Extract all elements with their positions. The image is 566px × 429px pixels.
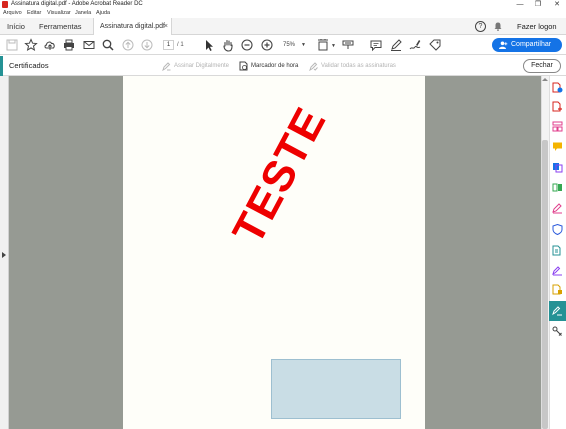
combine-files-icon[interactable] xyxy=(552,162,563,173)
menu-visualizar[interactable]: Visualizar xyxy=(47,10,71,17)
select-cursor-icon[interactable] xyxy=(202,38,216,52)
certificates-title: Certificados xyxy=(9,61,49,70)
page-total: / 1 xyxy=(177,42,184,48)
print-icon[interactable] xyxy=(62,38,76,52)
window-title: Assinatura digital.pdf - Adobe Acrobat R… xyxy=(11,1,143,7)
zoom-value: 75% xyxy=(283,42,296,48)
close-window-button[interactable]: ✕ xyxy=(549,0,565,9)
next-page-icon[interactable] xyxy=(140,38,154,52)
document-tab-label: Assinatura digital.pdf xyxy=(100,23,165,30)
share-label: Compartilhar xyxy=(511,41,552,48)
comment-tool-icon[interactable] xyxy=(552,141,563,152)
acrobat-window: Assinatura digital.pdf - Adobe Acrobat R… xyxy=(0,0,566,429)
tab-document[interactable]: Assinatura digital.pdf × xyxy=(93,18,172,36)
restore-button[interactable]: ❐ xyxy=(530,0,546,9)
zoom-out-icon[interactable] xyxy=(240,38,254,52)
signature-field[interactable] xyxy=(271,359,401,419)
zoom-in-icon[interactable] xyxy=(260,38,274,52)
organize-pages-icon[interactable] xyxy=(552,182,563,193)
menu-ajuda[interactable]: Ajuda xyxy=(96,10,110,17)
help-icon[interactable]: ? xyxy=(475,21,486,32)
send-for-signature-icon[interactable] xyxy=(552,265,563,276)
scan-ocr-icon[interactable] xyxy=(552,284,563,295)
validate-all-signatures-button[interactable]: Validar todas as assinaturas xyxy=(321,56,396,76)
close-certificates-button[interactable]: Fechar xyxy=(523,59,561,73)
timestamp-button[interactable]: Marcador de hora xyxy=(251,56,298,76)
edit-pdf-icon[interactable] xyxy=(552,121,563,132)
menu-arquivo[interactable]: Arquivo xyxy=(3,10,22,17)
pen-draw-icon[interactable] xyxy=(389,38,403,52)
acrobat-logo-icon xyxy=(2,1,8,8)
add-user-icon xyxy=(499,41,508,49)
scroll-up-arrow-icon[interactable] xyxy=(542,78,548,81)
tab-home[interactable]: Início xyxy=(7,18,25,35)
previous-page-icon[interactable] xyxy=(121,38,135,52)
comment-icon[interactable] xyxy=(369,38,383,52)
search-icon[interactable] xyxy=(101,38,115,52)
star-bookmark-icon[interactable] xyxy=(24,38,38,52)
create-pdf-icon[interactable] xyxy=(552,101,563,112)
main-toolbar: 1 / 1 75% ▼ ▼ Compartilhar xyxy=(0,35,566,55)
tag-tools-icon[interactable] xyxy=(428,38,442,52)
minimize-button[interactable]: — xyxy=(512,0,528,9)
fill-and-sign-icon[interactable] xyxy=(552,203,563,214)
page-number-input[interactable]: 1 xyxy=(163,40,174,50)
fill-sign-icon[interactable] xyxy=(408,38,422,52)
certificates-tool-icon[interactable] xyxy=(552,305,563,316)
chevron-down-icon: ▼ xyxy=(301,42,306,48)
upload-cloud-icon[interactable] xyxy=(43,38,57,52)
tab-row: Início Ferramentas Assinatura digital.pd… xyxy=(0,18,566,36)
hand-tool-icon[interactable] xyxy=(221,38,235,52)
page-fit-icon[interactable] xyxy=(316,38,330,52)
export-pdf-icon[interactable] xyxy=(552,82,563,93)
validate-signatures-icon xyxy=(309,62,318,71)
scrollbar-thumb[interactable] xyxy=(542,140,548,429)
tab-tools[interactable]: Ferramentas xyxy=(39,18,82,35)
close-tab-icon[interactable]: × xyxy=(164,18,168,35)
email-icon[interactable] xyxy=(82,38,96,52)
save-icon[interactable] xyxy=(5,38,19,52)
certificates-accent xyxy=(0,56,3,76)
menu-janela[interactable]: Janela xyxy=(75,10,91,17)
chevron-down-icon[interactable]: ▼ xyxy=(331,43,336,49)
zoom-dropdown[interactable]: 75% ▼ xyxy=(283,40,306,50)
timestamp-icon xyxy=(239,61,248,71)
title-bar: Assinatura digital.pdf - Adobe Acrobat R… xyxy=(0,0,566,9)
bell-icon[interactable] xyxy=(494,22,502,31)
sign-digitally-button[interactable]: Assinar Digitalmente xyxy=(174,56,229,76)
sign-digitally-icon xyxy=(162,62,171,71)
more-tools-icon[interactable] xyxy=(552,326,563,337)
share-button[interactable]: Compartilhar xyxy=(492,38,562,52)
sign-in-link[interactable]: Fazer logon xyxy=(517,18,557,35)
certificates-bar: Certificados Assinar Digitalmente Marcad… xyxy=(0,56,566,76)
menu-bar: Arquivo Editar Visualizar Janela Ajuda xyxy=(0,9,566,18)
expand-left-panel-icon[interactable] xyxy=(2,252,6,258)
keyboard-tool-icon[interactable] xyxy=(341,38,355,52)
optimize-pdf-icon[interactable] xyxy=(552,245,563,256)
protect-shield-icon[interactable] xyxy=(552,224,563,235)
menu-editar[interactable]: Editar xyxy=(27,10,41,17)
